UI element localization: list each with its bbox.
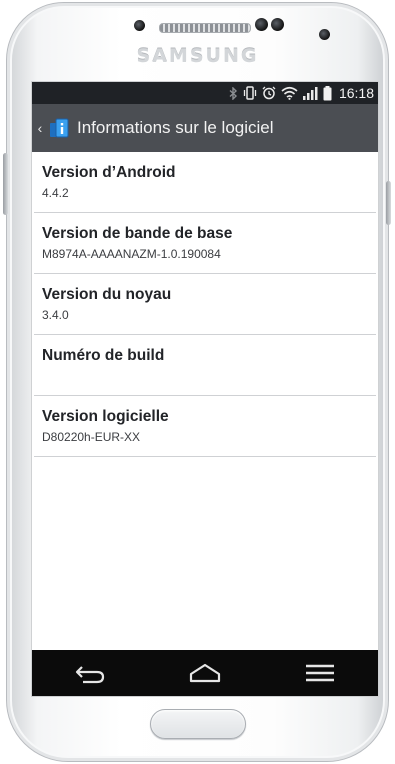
list-item-title: Version logicielle — [42, 408, 169, 425]
list-item-title: Version de bande de base — [42, 225, 233, 242]
list-item-android-version[interactable]: Version d’Android 4.4.2 — [34, 152, 376, 213]
screen: 16:18 ‹ Informations sur le logiciel Ver… — [31, 81, 379, 697]
power-button — [386, 181, 391, 225]
brand-logo: SAMSUNG — [136, 45, 259, 67]
vibrate-icon — [243, 82, 257, 104]
signal-icon — [302, 82, 318, 104]
software-info-list: Version d’Android 4.4.2 Version de bande… — [34, 152, 376, 457]
earpiece-speaker — [159, 23, 251, 33]
status-bar: 16:18 — [32, 82, 378, 104]
list-item-value: M8974A-AAAANAZM-1.0.190084 — [42, 247, 221, 261]
home-icon — [189, 663, 221, 683]
nav-home-button[interactable] — [175, 650, 235, 696]
list-item-value: 3.4.0 — [42, 308, 69, 322]
list-item-kernel-version[interactable]: Version du noyau 3.4.0 — [34, 274, 376, 335]
settings-app-icon[interactable] — [48, 117, 70, 139]
list-item-title: Version du noyau — [42, 286, 172, 303]
front-camera — [319, 29, 330, 40]
status-clock: 16:18 — [338, 85, 374, 101]
up-chevron-icon[interactable]: ‹ — [33, 120, 47, 136]
list-item-value: 4.4.2 — [42, 186, 69, 200]
action-bar: ‹ Informations sur le logiciel — [32, 104, 378, 152]
status-icons: 16:18 — [229, 82, 374, 104]
light-sensor — [271, 18, 284, 31]
back-icon — [75, 666, 104, 684]
wifi-icon — [281, 82, 298, 104]
page-title: Informations sur le logiciel — [77, 118, 274, 137]
list-item-baseband-version[interactable]: Version de bande de base M8974A-AAAANAZM… — [34, 213, 376, 274]
bluetooth-icon — [229, 82, 238, 104]
nav-menu-button[interactable] — [290, 650, 350, 696]
nav-back-button[interactable] — [60, 650, 120, 696]
menu-icon — [306, 664, 335, 682]
list-item-software-version[interactable]: Version logicielle D80220h-EUR-XX — [34, 396, 376, 457]
list-item-value: D80220h-EUR-XX — [42, 430, 141, 444]
proximity-sensor — [255, 18, 268, 31]
battery-icon — [323, 82, 332, 104]
navigation-bar — [32, 650, 378, 696]
list-item-title: Version d’Android — [42, 164, 176, 181]
list-item-build-number[interactable]: Numéro de build — [34, 335, 376, 396]
volume-button — [3, 153, 8, 215]
alarm-icon — [262, 82, 276, 104]
hardware-home-button[interactable] — [150, 709, 246, 739]
list-item-title: Numéro de build — [42, 347, 165, 364]
sensor-dot — [134, 20, 145, 31]
